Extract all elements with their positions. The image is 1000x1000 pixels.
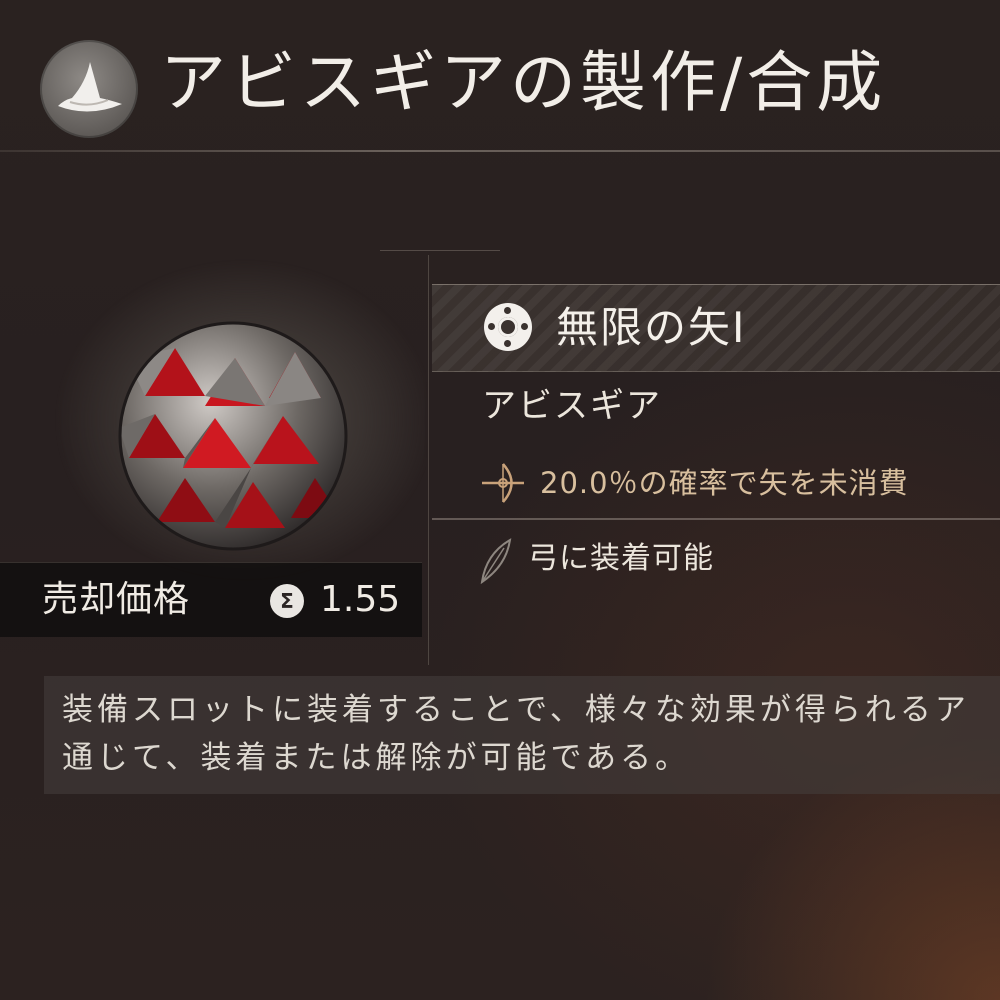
feather-icon bbox=[476, 536, 516, 590]
panel-divider bbox=[428, 255, 429, 665]
wizard-hat-icon bbox=[40, 40, 138, 138]
item-description-box: 装備スロットに装着することで、様々な効果が得られるア 通じて、装着または解除が可… bbox=[44, 676, 1000, 794]
description-line-2: 通じて、装着または解除が可能である。 bbox=[62, 740, 691, 776]
header-divider bbox=[0, 150, 1000, 152]
detail-divider bbox=[432, 518, 1000, 520]
panel-top-line bbox=[380, 250, 500, 251]
item-type: アビスギア bbox=[482, 386, 662, 426]
sell-price-bar: 売却価格 Σ 1.55 bbox=[0, 562, 422, 637]
page-title: アビスギアの製作/合成 bbox=[160, 44, 887, 121]
crossbow-icon bbox=[478, 460, 528, 510]
gear-ring-icon bbox=[484, 303, 532, 351]
header: アビスギアの製作/合成 bbox=[0, 0, 1000, 152]
sell-price-value: 1.55 bbox=[320, 579, 401, 620]
item-name: 無限の矢I bbox=[556, 303, 747, 352]
abyss-gear-orb-icon bbox=[115, 318, 351, 558]
sell-price-label: 売却価格 bbox=[42, 579, 191, 620]
description-line-1: 装備スロットに装着することで、様々な効果が得られるア bbox=[62, 692, 970, 728]
equip-condition: 弓に装着可能 bbox=[528, 541, 714, 576]
effect-description: 20.0％の確率で矢を未消費 bbox=[540, 466, 909, 500]
silver-coin-icon: Σ bbox=[270, 584, 304, 618]
